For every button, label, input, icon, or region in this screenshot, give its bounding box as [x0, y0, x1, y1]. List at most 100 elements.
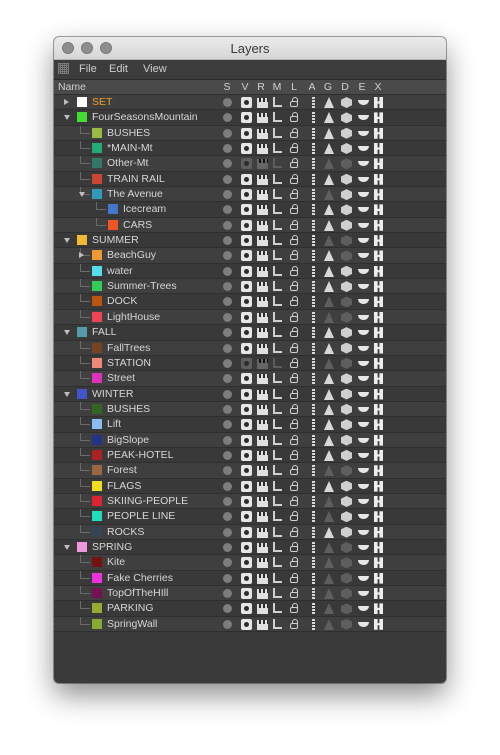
layer-name[interactable]: Icecream — [123, 203, 166, 215]
generator-icon[interactable] — [324, 311, 334, 323]
solo-dot-icon[interactable] — [223, 481, 232, 491]
layer-color-swatch[interactable] — [108, 219, 118, 230]
column-r[interactable]: R — [254, 81, 268, 93]
layer-color-swatch[interactable] — [77, 112, 87, 123]
generator-icon[interactable] — [324, 403, 334, 415]
disclosure-open-icon[interactable] — [64, 115, 70, 121]
expression-icon[interactable] — [358, 284, 369, 290]
manager-icon[interactable] — [273, 588, 282, 598]
layer-color-swatch[interactable] — [77, 388, 87, 399]
layer-name[interactable]: PEAK-HOTEL — [107, 449, 174, 461]
lock-icon[interactable] — [290, 143, 298, 154]
animation-icon[interactable] — [312, 572, 315, 584]
xref-icon[interactable] — [374, 342, 383, 354]
layer-row[interactable]: SET — [54, 95, 446, 111]
visible-eye-icon[interactable] — [241, 618, 252, 630]
lock-icon[interactable] — [290, 235, 298, 246]
lock-icon[interactable] — [290, 603, 298, 614]
expression-icon[interactable] — [358, 130, 369, 136]
visible-eye-icon[interactable] — [241, 557, 252, 569]
animation-icon[interactable] — [312, 603, 315, 615]
manager-icon[interactable] — [273, 373, 282, 384]
deformer-icon[interactable] — [341, 434, 352, 446]
layer-row[interactable]: Forest — [54, 463, 446, 479]
deformer-icon[interactable] — [341, 112, 352, 124]
visible-eye-icon[interactable] — [241, 342, 252, 354]
menu-edit[interactable]: Edit — [109, 63, 128, 75]
layer-name[interactable]: SPRING — [92, 541, 132, 553]
xref-icon[interactable] — [374, 449, 383, 461]
xref-icon[interactable] — [374, 511, 383, 523]
layer-color-swatch[interactable] — [92, 449, 102, 460]
lock-icon[interactable] — [290, 219, 298, 230]
layer-name[interactable]: FallTrees — [107, 342, 150, 354]
generator-icon[interactable] — [324, 112, 334, 124]
layer-name[interactable]: LightHouse — [107, 311, 160, 323]
solo-dot-icon[interactable] — [223, 144, 232, 154]
manager-icon[interactable] — [273, 97, 282, 107]
visible-eye-icon[interactable] — [241, 311, 252, 323]
lock-icon[interactable] — [290, 373, 298, 384]
manager-icon[interactable] — [273, 311, 282, 322]
disclosure-open-icon[interactable] — [64, 391, 70, 397]
solo-dot-icon[interactable] — [223, 466, 232, 476]
deformer-icon[interactable] — [341, 173, 352, 185]
solo-dot-icon[interactable] — [223, 435, 232, 445]
layer-color-swatch[interactable] — [92, 342, 102, 353]
layer-name[interactable]: Forest — [107, 464, 137, 476]
visible-eye-icon[interactable] — [241, 588, 252, 599]
generator-icon[interactable] — [324, 603, 334, 615]
animation-icon[interactable] — [312, 465, 315, 477]
expression-icon[interactable] — [358, 330, 369, 336]
xref-icon[interactable] — [374, 143, 383, 155]
layer-row[interactable]: Street — [54, 371, 446, 387]
animation-icon[interactable] — [312, 618, 315, 630]
layer-name[interactable]: water — [107, 265, 133, 277]
manager-icon[interactable] — [273, 603, 282, 614]
deformer-icon[interactable] — [341, 588, 352, 599]
expression-icon[interactable] — [358, 391, 369, 397]
layer-name[interactable]: SKIING-PEOPLE — [107, 495, 188, 507]
animation-icon[interactable] — [312, 511, 315, 523]
animation-icon[interactable] — [312, 143, 315, 155]
column-s[interactable]: S — [220, 81, 234, 93]
layer-row[interactable]: STATION — [54, 355, 446, 372]
xref-icon[interactable] — [374, 357, 383, 369]
layer-name[interactable]: Kite — [107, 556, 125, 568]
generator-icon[interactable] — [324, 618, 334, 630]
expression-icon[interactable] — [358, 452, 369, 458]
expression-icon[interactable] — [358, 207, 369, 213]
visible-eye-icon[interactable] — [241, 495, 252, 507]
lock-icon[interactable] — [290, 281, 298, 292]
animation-icon[interactable] — [312, 357, 315, 369]
layer-color-swatch[interactable] — [92, 419, 102, 430]
expression-icon[interactable] — [358, 176, 369, 182]
lock-icon[interactable] — [290, 588, 298, 598]
generator-icon[interactable] — [324, 465, 334, 477]
visible-eye-icon[interactable] — [241, 541, 252, 553]
generator-icon[interactable] — [324, 250, 334, 262]
generator-icon[interactable] — [324, 434, 334, 446]
layer-color-swatch[interactable] — [92, 250, 102, 261]
visible-eye-icon[interactable] — [241, 97, 252, 108]
layer-row[interactable]: SKIING-PEOPLE — [54, 493, 446, 510]
deformer-icon[interactable] — [341, 526, 352, 538]
lock-icon[interactable] — [290, 388, 298, 399]
layer-row[interactable]: LightHouse — [54, 309, 446, 326]
column-l[interactable]: L — [287, 81, 301, 93]
disclosure-open-icon[interactable] — [64, 544, 70, 550]
visible-eye-icon[interactable] — [241, 158, 252, 170]
generator-icon[interactable] — [324, 572, 334, 584]
expression-icon[interactable] — [358, 498, 369, 504]
expression-icon[interactable] — [358, 345, 369, 351]
solo-dot-icon[interactable] — [223, 542, 232, 552]
solo-dot-icon[interactable] — [223, 374, 232, 384]
disclosure-closed-icon[interactable] — [79, 252, 84, 259]
visible-eye-icon[interactable] — [241, 296, 252, 308]
manager-icon[interactable] — [273, 419, 282, 430]
expression-icon[interactable] — [358, 468, 369, 474]
visible-eye-icon[interactable] — [241, 127, 252, 139]
visible-eye-icon[interactable] — [241, 419, 252, 431]
manager-icon[interactable] — [273, 219, 282, 230]
generator-icon[interactable] — [324, 541, 334, 553]
